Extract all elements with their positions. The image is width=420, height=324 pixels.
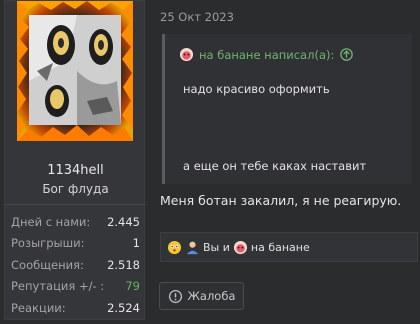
username[interactable]: 1134hell xyxy=(5,163,146,178)
stat-row-reactions: Реакции: 2.524 xyxy=(11,297,140,319)
stat-label: Дней с нами: xyxy=(11,214,91,229)
quote-text-line: надо красиво оформить xyxy=(183,82,330,96)
stat-label: Сообщения: xyxy=(11,257,84,272)
post-date[interactable]: 25 Окт 2023 xyxy=(160,10,234,24)
quote-author[interactable]: на банане написал(а): xyxy=(199,48,334,62)
reactions-text: Вы и xyxy=(203,240,230,254)
stat-row-giveaways: Розыгрыши: 1 xyxy=(11,233,140,255)
user-avatar[interactable] xyxy=(17,1,133,141)
stat-value[interactable]: 2.518 xyxy=(107,258,140,272)
post-message: Меня ботан закалил, я не реагирую. xyxy=(160,193,402,208)
stat-value: 2.524 xyxy=(107,300,140,315)
stat-value: 1 xyxy=(132,236,140,251)
user-card: 1134hell Бог флуда Дней с нами: 2.445 Ро… xyxy=(4,0,146,321)
stat-row-reputation: Репутация +/- : 79 xyxy=(11,276,140,298)
monkey-avatar-icon xyxy=(179,47,194,62)
reactions-bar[interactable]: Вы и на банане xyxy=(160,232,418,262)
emoji-person-icon xyxy=(186,241,199,254)
stat-row-messages: Сообщения: 2.518 xyxy=(11,254,140,276)
user-title: Бог флуда xyxy=(42,182,109,196)
stat-label: Розыгрыши: xyxy=(11,236,85,251)
report-button[interactable]: Жалоба xyxy=(159,282,244,310)
monkey-avatar-icon xyxy=(233,240,247,254)
user-stats: Дней с нами: 2.445 Розыгрыши: 1 Сообщени… xyxy=(5,204,146,321)
stat-label: Репутация +/- : xyxy=(11,279,105,294)
avatar-image xyxy=(17,1,133,141)
quote-block: на банане написал(а): надо красиво оформ… xyxy=(162,34,412,184)
arrow-up-circle-icon[interactable] xyxy=(339,47,354,62)
exclamation-circle-icon xyxy=(168,289,182,303)
quote-text-line: а еще он тебе каках наставит xyxy=(183,159,367,173)
stat-row-days: Дней с нами: 2.445 xyxy=(11,211,140,233)
stat-label: Реакции: xyxy=(11,300,66,315)
stat-value: 79 xyxy=(125,279,140,294)
quote-header[interactable]: на банане написал(а): xyxy=(179,47,354,62)
report-label: Жалоба xyxy=(187,289,236,303)
stat-value: 2.445 xyxy=(107,214,140,229)
emoji-flushed-icon xyxy=(167,240,182,254)
forum-post: 1134hell Бог флуда Дней с нами: 2.445 Ро… xyxy=(0,0,420,324)
reaction-user-link[interactable]: на банане xyxy=(251,241,310,254)
